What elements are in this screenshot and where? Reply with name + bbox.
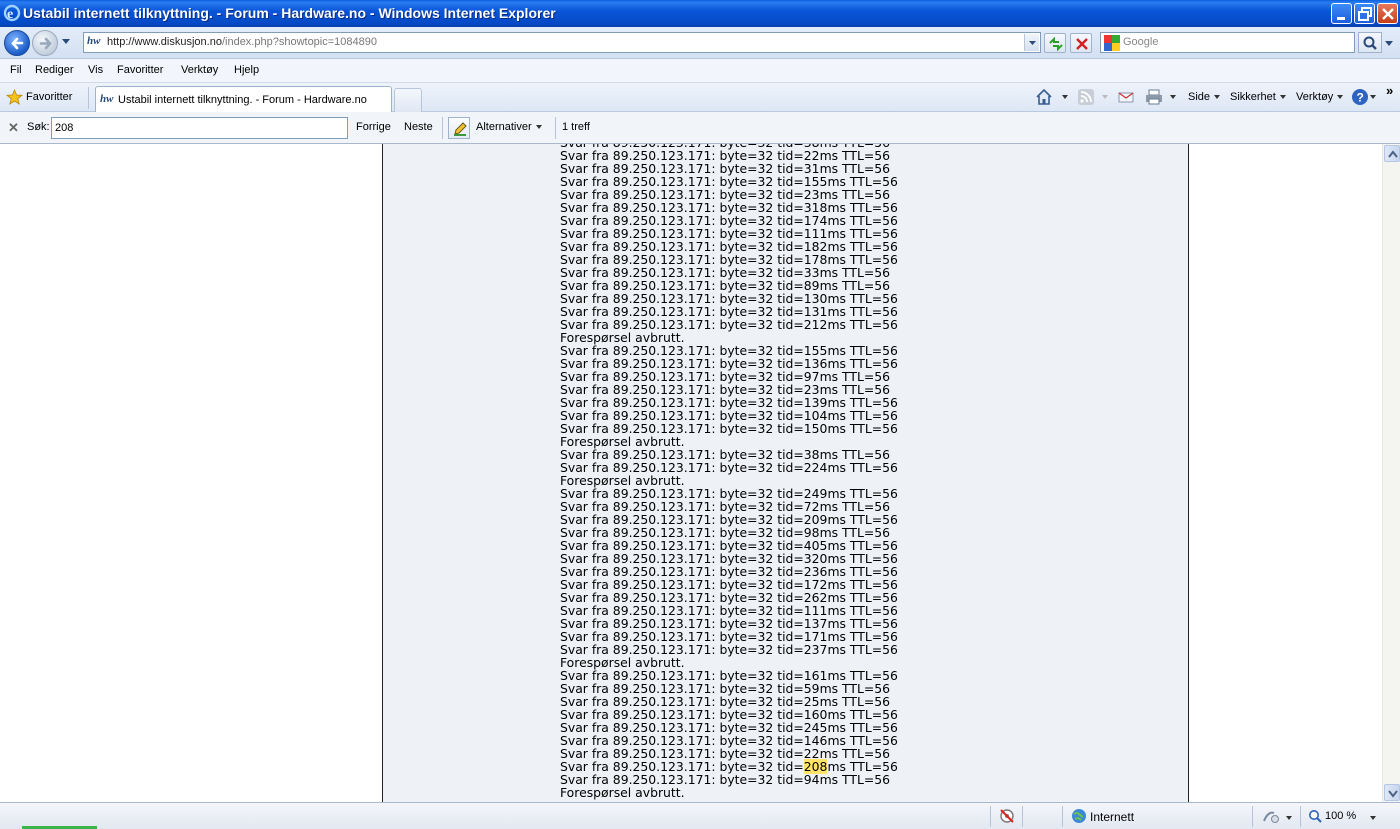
favorites-star-icon[interactable] (6, 89, 23, 106)
menu-bar: Fil Rediger Vis Favoritter Verktøy Hjelp (0, 59, 1400, 83)
minimize-icon (1337, 17, 1345, 20)
site-favicon: hw (87, 35, 101, 47)
history-dropdown-icon[interactable] (61, 38, 71, 46)
menu-view[interactable]: Vis (88, 64, 103, 76)
highlight-icon[interactable] (448, 117, 470, 139)
status-bar: Internett 100 % (0, 802, 1400, 829)
privacy-blocked-icon[interactable] (998, 807, 1016, 825)
find-bar: ✕ Søk: 208 Forrige Neste Alternativer 1 … (0, 112, 1400, 144)
security-zone: Internett (1090, 810, 1135, 824)
toolbar-divider (88, 87, 89, 109)
google-icon (1104, 35, 1120, 51)
back-button[interactable] (4, 30, 30, 56)
print-dropdown[interactable] (1166, 91, 1176, 103)
status-divider (1062, 806, 1063, 827)
menu-help[interactable]: Hjelp (234, 64, 259, 76)
address-dropdown-button[interactable] (1024, 34, 1039, 51)
menu-tools[interactable]: Verktøy (181, 64, 218, 76)
zoom-dropdown[interactable] (1366, 810, 1376, 824)
print-icon[interactable] (1145, 88, 1163, 106)
scroll-up-button[interactable] (1384, 145, 1400, 162)
stop-icon (1076, 38, 1088, 50)
minimize-button[interactable] (1331, 3, 1352, 24)
menu-file[interactable]: Fil (10, 64, 22, 76)
status-divider (1300, 806, 1301, 827)
status-divider (990, 806, 991, 827)
search-dropdown-icon[interactable] (1384, 40, 1394, 48)
forward-arrow-icon (39, 37, 52, 50)
stop-button[interactable] (1070, 33, 1092, 53)
address-toolbar: hw http://www.diskusjon.no/index.php?sho… (0, 27, 1400, 59)
tab-label: Ustabil internett tilknyttning. - Forum … (118, 94, 367, 106)
scroll-down-button[interactable] (1384, 784, 1400, 801)
ie-logo-icon: e (3, 4, 21, 22)
page-menu[interactable]: Side (1188, 91, 1221, 103)
zoom-icon[interactable] (1308, 809, 1322, 823)
find-previous-button[interactable]: Forrige (356, 121, 391, 133)
zoom-level[interactable]: 100 % (1325, 810, 1356, 822)
address-url[interactable]: http://www.diskusjon.no/index.php?showto… (107, 36, 377, 48)
restore-button[interactable] (1354, 3, 1375, 24)
home-dropdown[interactable] (1058, 91, 1068, 103)
new-tab-button[interactable] (394, 88, 422, 112)
url-path: /index.php?showtopic=1084890 (221, 36, 377, 48)
help-dropdown[interactable] (1366, 91, 1376, 103)
chevron-down-icon (1029, 41, 1036, 45)
tab-active[interactable]: hw Ustabil internett tilknyttning. - For… (95, 86, 392, 113)
find-match-count: 1 treff (562, 121, 590, 133)
ping-timeout-line: Forespørsel avbrutt. (560, 785, 685, 800)
title-bar: e Ustabil internett tilknyttning. - Foru… (0, 0, 1400, 27)
favorites-bar: Favoritter hw Ustabil internett tilknytt… (0, 83, 1400, 113)
search-button[interactable] (1358, 32, 1382, 53)
svg-text:e: e (7, 7, 13, 22)
feed-dropdown[interactable] (1098, 91, 1108, 103)
home-icon[interactable] (1035, 88, 1053, 106)
ping-output: Svar fra 89.250.123.171: byte=32 tid=38m… (560, 144, 898, 799)
page-menu-label: Side (1188, 91, 1211, 103)
find-next-button[interactable]: Neste (404, 121, 433, 133)
favorites-button[interactable]: Favoritter (26, 91, 72, 103)
back-arrow-icon (11, 37, 24, 50)
url-host: http://www.diskusjon.no (107, 36, 222, 48)
tab-favicon: hw (100, 93, 114, 105)
forward-button[interactable] (32, 30, 58, 56)
close-icon[interactable]: ✕ (8, 120, 19, 136)
find-label: Søk: (27, 121, 50, 133)
chevron-right-icon[interactable]: » (1386, 83, 1393, 98)
pencil-icon (454, 122, 467, 136)
search-input[interactable]: Google (1100, 32, 1355, 53)
toolbar-divider (555, 117, 556, 139)
refresh-icon (1049, 36, 1063, 52)
safety-menu-label: Sikkerhet (1230, 91, 1276, 103)
protected-mode-dropdown[interactable] (1282, 810, 1292, 824)
mail-icon[interactable] (1117, 88, 1135, 106)
vertical-scrollbar[interactable] (1382, 144, 1400, 802)
status-divider (1022, 806, 1023, 827)
chevron-down-icon (1388, 790, 1398, 798)
tools-menu-label: Verktøy (1296, 91, 1334, 103)
page-content[interactable]: Svar fra 89.250.123.171: byte=32 tid=38m… (0, 144, 1382, 802)
close-window-button[interactable] (1377, 3, 1398, 24)
tools-menu[interactable]: Verktøy (1296, 91, 1344, 103)
find-options-button[interactable]: Alternativer (476, 121, 542, 133)
close-icon (1382, 8, 1394, 20)
refresh-button[interactable] (1044, 33, 1066, 53)
find-input[interactable]: 208 (51, 117, 348, 139)
search-icon (1363, 36, 1377, 50)
find-options-label: Alternativer (476, 121, 532, 133)
toolbar-divider (442, 117, 443, 139)
rss-feed-icon[interactable] (1077, 88, 1095, 106)
address-field[interactable]: hw http://www.diskusjon.no/index.php?sho… (83, 32, 1041, 53)
restore-icon (1358, 7, 1372, 21)
menu-edit[interactable]: Rediger (35, 64, 74, 76)
window-title: Ustabil internett tilknyttning. - Forum … (23, 5, 556, 21)
search-placeholder: Google (1123, 36, 1159, 48)
safety-menu[interactable]: Sikkerhet (1230, 91, 1286, 103)
chevron-up-icon (1388, 150, 1398, 158)
protected-mode-icon[interactable] (1262, 808, 1280, 824)
status-divider (1252, 806, 1253, 827)
globe-icon (1072, 809, 1086, 823)
svg-text:?: ? (1357, 91, 1364, 105)
menu-favorites[interactable]: Favoritter (117, 64, 163, 76)
